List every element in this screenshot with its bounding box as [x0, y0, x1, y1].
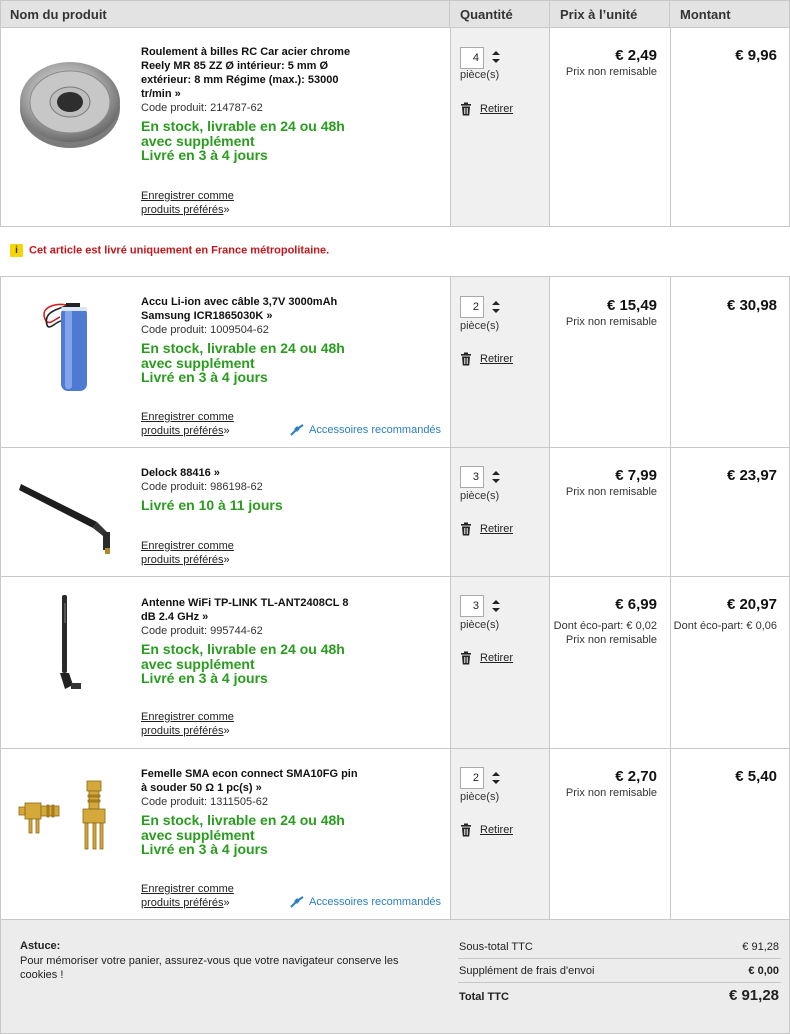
trash-icon: [461, 522, 471, 536]
product-info: Roulement à billes RC Car acier chrome R…: [141, 45, 361, 163]
line-amount: € 5,40: [735, 768, 777, 785]
header-amount: Montant: [680, 7, 731, 22]
stock-status: En stock, livrable en 24 ou 48h avec supp…: [141, 641, 345, 686]
recommended-accessories-link[interactable]: Accessoires recommandés: [290, 424, 441, 436]
sma-connector-icon[interactable]: [15, 779, 125, 859]
quantity-input[interactable]: 3: [460, 466, 484, 488]
save-favorite-link[interactable]: Enregistrer comme produits préférés»: [141, 710, 234, 738]
cart-row-4: Antenne WiFi TP-LINK TL-ANT2408CL 8 dB 2…: [0, 577, 790, 749]
unit-label: pièce(s): [460, 69, 500, 81]
delivery-notice: i Cet article est livré uniquement en Fra…: [10, 244, 329, 257]
save-favorite-link[interactable]: Enregistrer comme produits préférés»: [141, 410, 234, 438]
stock-status: Livré en 10 à 11 jours: [141, 497, 283, 513]
product-code: Code produit: 986198-62: [141, 481, 263, 493]
subtotal-label: Sous-total TTC: [459, 941, 533, 953]
shipping-value: € 0,00: [748, 965, 779, 977]
trash-icon: [461, 823, 471, 837]
trash-icon: [461, 352, 471, 366]
unit-price: € 15,49: [606, 297, 657, 314]
unit-price: € 7,99: [615, 467, 657, 484]
header-quantity: Quantité: [460, 7, 513, 22]
quantity-stepper-icon[interactable]: [491, 50, 501, 64]
cart-row-3: Delock 88416 » Code produit: 986198-62 L…: [0, 448, 790, 577]
quantity-input[interactable]: 2: [460, 767, 484, 789]
quantity-stepper-icon[interactable]: [491, 599, 501, 613]
total-label: Total TTC: [459, 991, 509, 1003]
quantity-input[interactable]: 2: [460, 296, 484, 318]
product-info: Femelle SMA econ connect SMA10FG pin à s…: [141, 767, 361, 857]
product-name-link[interactable]: Accu Li-ion avec câble 3,7V 3000mAh Sams…: [141, 295, 361, 323]
bearing-icon[interactable]: [15, 50, 125, 160]
product-info: Antenne WiFi TP-LINK TL-ANT2408CL 8 dB 2…: [141, 596, 361, 686]
stock-status: En stock, livrable en 24 ou 48h avec supp…: [141, 340, 345, 385]
no-discount-note: Prix non remisable: [565, 634, 657, 646]
line-amount: € 20,97: [726, 596, 777, 613]
no-discount-note: Prix non remisable: [565, 787, 657, 799]
product-name-link[interactable]: Femelle SMA econ connect SMA10FG pin à s…: [141, 767, 361, 795]
plug-icon: [290, 896, 304, 908]
product-info: Delock 88416 » Code produit: 986198-62 L…: [141, 466, 361, 513]
unit-price: € 6,99: [615, 596, 657, 613]
cart-row-5: Femelle SMA econ connect SMA10FG pin à s…: [0, 749, 790, 920]
product-code: Code produit: 995744-62: [141, 625, 263, 637]
trash-icon: [461, 102, 471, 116]
quantity-input[interactable]: 3: [460, 595, 484, 617]
save-favorite-link[interactable]: Enregistrer comme produits préférés»: [141, 882, 234, 910]
unit-label: pièce(s): [460, 619, 500, 631]
product-code: Code produit: 214787-62: [141, 102, 263, 114]
cart-summary: Astuce: Pour mémoriser votre panier, ass…: [0, 919, 790, 1034]
unit-price: € 2,70: [615, 768, 657, 785]
stock-status: En stock, livrable en 24 ou 48h avec supp…: [141, 118, 345, 163]
quantity-input[interactable]: 4: [460, 47, 484, 69]
product-code: Code produit: 1009504-62: [141, 324, 269, 336]
product-name-link[interactable]: Antenne WiFi TP-LINK TL-ANT2408CL 8 dB 2…: [141, 596, 361, 624]
trash-icon: [461, 651, 471, 665]
unit-price: € 2,49: [615, 47, 657, 64]
header-product: Nom du produit: [10, 7, 107, 22]
line-amount: € 9,96: [735, 47, 777, 64]
product-code: Code produit: 1311505-62: [141, 796, 269, 808]
eco-part-price: Dont éco-part: € 0,02: [553, 620, 657, 632]
line-amount: € 23,97: [726, 467, 777, 484]
plug-icon: [290, 424, 304, 436]
quantity-stepper-icon[interactable]: [491, 300, 501, 314]
tip-text: Pour mémoriser votre panier, assurez-vou…: [20, 955, 399, 981]
subtotal-value: € 91,28: [742, 941, 779, 953]
no-discount-note: Prix non remisable: [565, 486, 657, 498]
unit-label: pièce(s): [460, 791, 500, 803]
cart-row-2: Accu Li-ion avec câble 3,7V 3000mAh Sams…: [0, 276, 790, 448]
save-favorite-link[interactable]: Enregistrer comme produits préférés»: [141, 539, 234, 567]
line-amount: € 30,98: [726, 297, 777, 314]
no-discount-note: Prix non remisable: [565, 66, 657, 78]
total-value: € 91,28: [728, 987, 779, 1004]
product-name-link[interactable]: Delock 88416 »: [141, 466, 361, 480]
unit-label: pièce(s): [460, 490, 500, 502]
recommended-accessories-link[interactable]: Accessoires recommandés: [290, 896, 441, 908]
product-name-link[interactable]: Roulement à billes RC Car acier chrome R…: [141, 45, 361, 101]
unit-label: pièce(s): [460, 320, 500, 332]
info-icon: i: [10, 244, 23, 257]
battery-icon[interactable]: [15, 289, 125, 395]
quantity-stepper-icon[interactable]: [491, 470, 501, 484]
cart-table-header: Nom du produit Quantité Prix à l’unité M…: [0, 0, 790, 28]
header-unit-price: Prix à l’unité: [560, 7, 638, 22]
stock-status: En stock, livrable en 24 ou 48h avec supp…: [141, 812, 345, 857]
no-discount-note: Prix non remisable: [565, 316, 657, 328]
eco-part-amount: Dont éco-part: € 0,06: [673, 620, 777, 632]
wifi-antenna-icon[interactable]: [15, 591, 125, 697]
shipping-label: Supplément de frais d'envoi: [459, 965, 595, 977]
save-favorite-link[interactable]: Enregistrer comme produits préférés»: [141, 189, 234, 217]
tip-title: Astuce:: [20, 940, 61, 952]
cart-row-1: Roulement à billes RC Car acier chrome R…: [0, 28, 790, 227]
quantity-stepper-icon[interactable]: [491, 771, 501, 785]
product-info: Accu Li-ion avec câble 3,7V 3000mAh Sams…: [141, 295, 361, 385]
antenna-icon[interactable]: [15, 470, 125, 560]
